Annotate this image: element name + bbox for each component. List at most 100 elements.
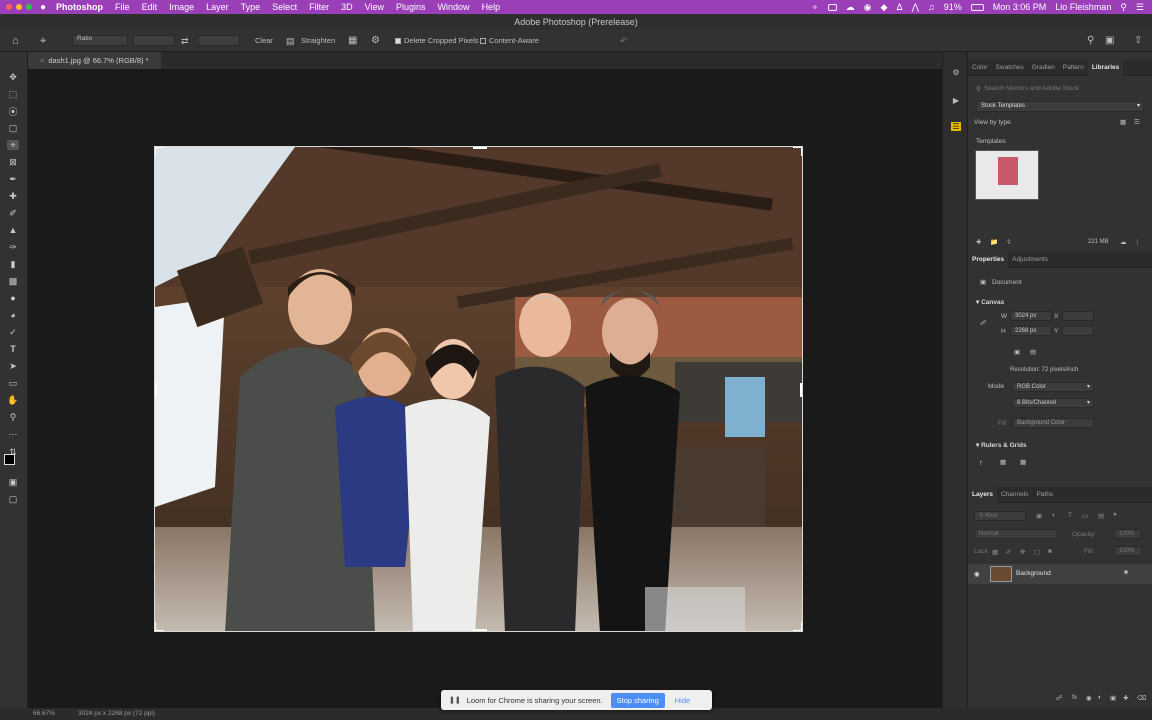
tab-gradients[interactable]: Gradien <box>1028 64 1059 71</box>
frame-tool-icon[interactable]: ⊠ <box>7 157 19 167</box>
crop-tool-icon[interactable]: ⌖ <box>40 34 46 48</box>
tab-patterns[interactable]: Pattern <box>1059 64 1088 71</box>
filter-pixel-icon[interactable]: ▣ <box>1036 512 1042 520</box>
user-name[interactable]: Lio Fleishman <box>1055 2 1111 12</box>
tab-adjustments[interactable]: Adjustments <box>1008 256 1052 263</box>
portrait-orientation-icon[interactable]: ▣ <box>1014 348 1020 356</box>
menu-plugins[interactable]: Plugins <box>396 2 426 12</box>
path-selection-tool-icon[interactable]: ➤ <box>7 361 19 371</box>
share-icon[interactable]: ⇧ <box>1134 34 1142 48</box>
filter-type-icon[interactable]: T <box>1068 512 1072 519</box>
battery-icon[interactable] <box>970 3 984 11</box>
screen-record-icon[interactable]: ◉ <box>864 2 872 13</box>
menu-3d[interactable]: 3D <box>341 2 353 12</box>
clone-stamp-tool-icon[interactable]: ▲ <box>7 225 19 235</box>
straighten-button[interactable]: Straighten <box>301 34 335 48</box>
y-input[interactable] <box>1062 326 1094 336</box>
microphone-icon[interactable]: ⚬ <box>811 2 819 13</box>
dropbox-icon[interactable]: ◆ <box>881 2 888 13</box>
tab-channels[interactable]: Channels <box>997 491 1032 498</box>
new-group-icon[interactable]: ▣ <box>1110 694 1116 702</box>
width-input[interactable]: 3024 px <box>1010 311 1052 321</box>
document-tab[interactable]: × dash1.jpg @ 66.7% (RGB/8) * <box>28 52 161 69</box>
crop-handle-bottom-left[interactable] <box>155 622 164 631</box>
menu-filter[interactable]: Filter <box>309 2 329 12</box>
tab-paths[interactable]: Paths <box>1032 491 1057 498</box>
zoom-window-icon[interactable] <box>26 4 32 10</box>
menu-help[interactable]: Help <box>482 2 501 12</box>
lock-transparency-icon[interactable]: ▦ <box>992 548 998 556</box>
crop-handle-right[interactable] <box>800 383 802 397</box>
layer-lock-icon[interactable]: ■ <box>1124 569 1128 576</box>
type-tool-icon[interactable]: T <box>7 344 19 354</box>
straighten-icon[interactable]: ▤ <box>286 34 295 48</box>
mode-dropdown[interactable]: RGB Color ▾ <box>1012 382 1094 392</box>
tab-properties[interactable]: Properties <box>968 251 1009 268</box>
content-aware-checkbox[interactable]: Content-Aware <box>480 34 539 48</box>
marquee-tool-icon[interactable]: ⬚ <box>7 89 19 99</box>
pen-tool-icon[interactable]: ✓ <box>7 327 19 337</box>
reset-crop-icon[interactable]: ↶ <box>620 34 628 48</box>
bit-depth-dropdown[interactable]: 8 Bits/Channel ▾ <box>1012 398 1094 408</box>
minimize-window-icon[interactable] <box>16 4 22 10</box>
layer-kind-filter[interactable]: ⚲ Kind <box>974 511 1026 521</box>
landscape-orientation-icon[interactable]: ▤ <box>1030 348 1036 356</box>
filter-adjustment-icon[interactable]: ◐ <box>1052 512 1056 519</box>
layer-row-background[interactable]: ◉ Background ■ <box>968 564 1152 584</box>
more-tools-icon[interactable]: ⋯ <box>7 429 19 439</box>
cloud-sync-icon[interactable]: ☁ <box>1120 238 1127 246</box>
wifi-icon[interactable]: ⋀ <box>912 2 919 13</box>
guides-icon[interactable]: ▩ <box>1020 458 1026 466</box>
close-tab-icon[interactable]: × <box>40 56 44 65</box>
lasso-tool-icon[interactable]: ⦿ <box>7 106 19 117</box>
document-photo[interactable] <box>154 146 803 632</box>
tab-libraries[interactable]: Libraries <box>1087 59 1124 76</box>
crop-handle-left[interactable] <box>155 383 157 397</box>
control-center-icon[interactable]: ☰ <box>1136 2 1144 13</box>
library-source-dropdown[interactable]: Stock Templates ▾ <box>976 101 1144 112</box>
volume-icon[interactable]: ♫ <box>928 2 935 12</box>
menu-image[interactable]: Image <box>169 2 194 12</box>
fill-opacity-input[interactable]: 100% <box>1114 546 1142 556</box>
grid-view-icon[interactable]: ▦ <box>1120 118 1126 126</box>
hide-button[interactable]: Hide <box>675 696 690 705</box>
quick-mask-icon[interactable]: ▣ <box>7 477 19 487</box>
dodge-tool-icon[interactable]: ◕ <box>7 310 19 320</box>
link-layers-icon[interactable]: ☍ <box>1056 694 1063 702</box>
history-brush-tool-icon[interactable]: ✑ <box>7 242 19 252</box>
view-by-dropdown[interactable]: View by type <box>974 119 1011 126</box>
home-icon[interactable]: ⌂ <box>12 34 19 48</box>
filter-smart-object-icon[interactable]: ▤ <box>1098 512 1104 520</box>
add-mask-icon[interactable]: ◉ <box>1086 694 1092 702</box>
gradient-tool-icon[interactable]: ▩ <box>7 276 19 286</box>
arrange-documents-icon[interactable]: ▣ <box>1105 34 1114 48</box>
history-panel-icon[interactable]: ⚙ <box>951 68 961 77</box>
lock-all-icon[interactable]: ■ <box>1048 548 1052 555</box>
rectangle-tool-icon[interactable]: ▭ <box>7 378 19 388</box>
apple-menu-icon[interactable]: ● <box>40 2 46 13</box>
grid-icon[interactable]: ▦ <box>1000 458 1006 466</box>
crop-tool-active-icon[interactable]: ⌖ <box>7 140 19 150</box>
layer-style-icon[interactable]: fx <box>1072 694 1077 701</box>
ratio-width-input[interactable] <box>133 35 175 46</box>
swap-icon[interactable]: ⇄ <box>181 34 189 48</box>
eraser-tool-icon[interactable]: ▮ <box>7 259 19 269</box>
filter-shape-icon[interactable]: ▭ <box>1082 512 1088 520</box>
crop-handle-bottom[interactable] <box>473 629 487 631</box>
template-thumbnail[interactable] <box>975 150 1039 200</box>
loom-status-icon[interactable] <box>827 3 837 11</box>
tab-color[interactable]: Color <box>968 64 992 71</box>
new-layer-icon[interactable]: ✚ <box>1123 694 1128 702</box>
healing-brush-tool-icon[interactable]: ✚ <box>7 191 19 201</box>
stop-sharing-button[interactable]: Stop sharing <box>610 692 665 708</box>
tab-swatches[interactable]: Swatches <box>992 64 1028 71</box>
learn-panel-icon[interactable]: ☰ <box>951 122 961 131</box>
overlay-grid-icon[interactable]: ▦ <box>348 34 357 48</box>
spotlight-search-icon[interactable]: ⚲ <box>1120 2 1127 13</box>
library-more-icon[interactable]: ⋮ <box>1134 238 1141 246</box>
zoom-tool-icon[interactable]: ⚲ <box>7 412 19 422</box>
foreground-color-swatch[interactable] <box>4 454 15 465</box>
move-tool-icon[interactable]: ✥ <box>7 72 19 82</box>
ratio-height-input[interactable] <box>198 35 240 46</box>
screen-mode-icon[interactable]: ▢ <box>7 494 19 504</box>
